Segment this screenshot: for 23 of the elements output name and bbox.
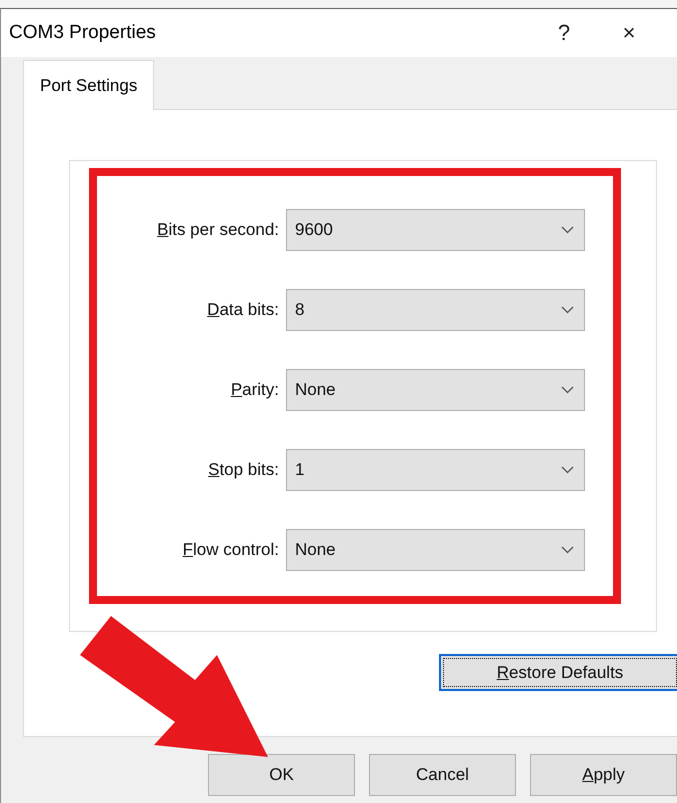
field-label: Bits per second: bbox=[156, 220, 279, 240]
dropdown[interactable]: 9600 bbox=[286, 209, 585, 251]
close-button[interactable]: × bbox=[594, 20, 664, 46]
help-button[interactable]: ? bbox=[534, 20, 594, 46]
dialog-button[interactable]: OK bbox=[208, 754, 355, 796]
field-label: Parity: bbox=[230, 380, 279, 400]
dropdown[interactable]: 8 bbox=[286, 289, 585, 331]
tab[interactable]: Port Settings bbox=[23, 60, 154, 110]
field-label: Data bits: bbox=[206, 300, 279, 320]
chevron-icon bbox=[561, 386, 574, 394]
field-label: Flow control: bbox=[182, 540, 279, 560]
restore-defaults-button[interactable]: Restore Defaults bbox=[439, 654, 677, 691]
chevron-icon bbox=[561, 226, 574, 234]
window-title: COM3 Properties bbox=[9, 22, 157, 44]
dropdown[interactable]: None bbox=[286, 529, 585, 571]
dialog-button[interactable]: Cancel bbox=[369, 754, 516, 796]
chevron-icon bbox=[561, 546, 574, 554]
chevron-icon bbox=[561, 466, 574, 474]
dropdown[interactable]: None bbox=[286, 369, 585, 411]
dialog-button[interactable]: Apply bbox=[530, 754, 677, 796]
field-label: Stop bits: bbox=[207, 460, 279, 480]
chevron-icon bbox=[561, 306, 574, 314]
dropdown[interactable]: 1 bbox=[286, 449, 585, 491]
